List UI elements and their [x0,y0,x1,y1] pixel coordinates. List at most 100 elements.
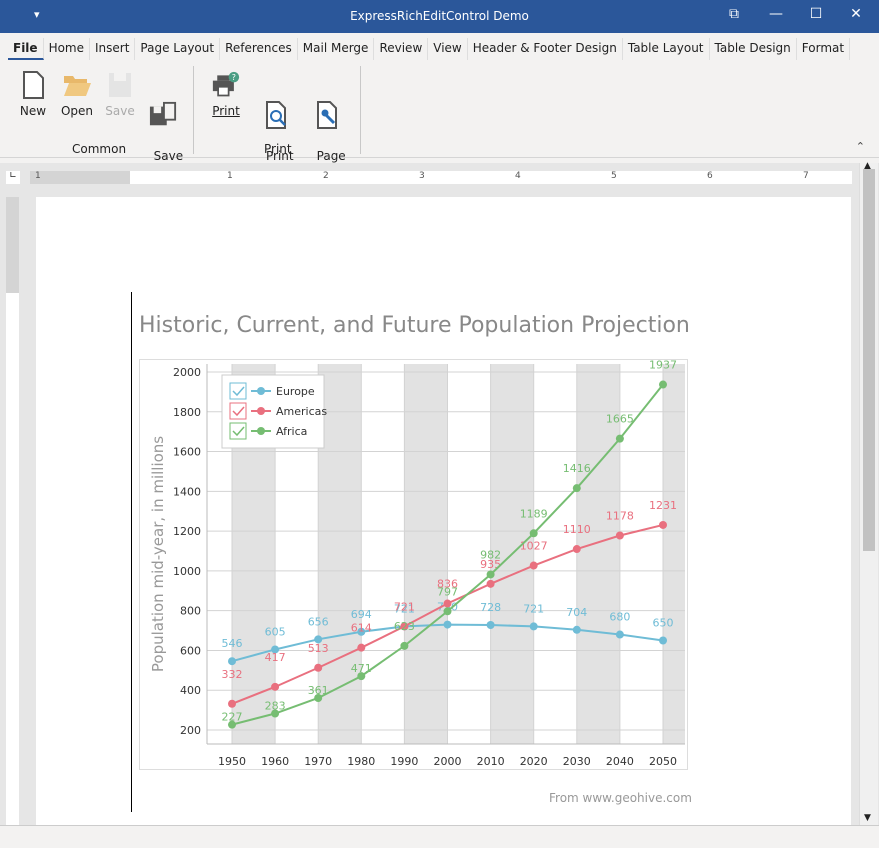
vertical-scrollbar[interactable]: ▲ ▼ [859,161,878,825]
new-button[interactable]: New [18,70,48,119]
data-label: 1231 [649,499,677,512]
data-label: 283 [265,700,286,713]
text-cursor [131,292,132,812]
data-label: 361 [308,684,329,697]
y-tick-label: 1800 [173,406,201,419]
close-button[interactable]: ✕ [846,6,866,22]
legend-checkbox [229,382,247,400]
tab-stop-selector[interactable]: ∟ [6,171,20,184]
data-point [659,380,667,389]
data-label: 1937 [649,359,677,372]
tab-page-layout[interactable]: Page Layout [135,38,221,60]
data-point [615,434,624,443]
scrollbar-thumb[interactable] [863,169,875,551]
ribbon-tabs: File Home Insert Page Layout References Mail … [8,38,851,60]
save-icon [109,73,131,97]
legend-marker [257,407,265,415]
print-button[interactable]: ? Print [208,70,244,119]
ruler-label: 7 [803,171,809,181]
tab-file[interactable]: File [8,38,44,60]
x-tick-label: 2010 [477,755,505,768]
tab-home[interactable]: Home [44,38,90,60]
tab-format[interactable]: Format [797,38,851,60]
open-button[interactable]: Open [60,70,94,119]
minimize-button[interactable]: — [766,6,786,22]
y-tick-label: 400 [180,684,201,697]
vertical-ruler[interactable] [6,197,19,825]
save-as-icon [149,101,177,126]
legend-checkbox [229,402,247,420]
data-point [443,599,452,608]
y-tick-label: 1400 [173,485,201,498]
svg-text:?: ? [232,73,236,82]
x-tick-label: 2050 [649,755,677,768]
tab-header-footer-design[interactable]: Header & Footer Design [468,38,623,60]
data-label: 1110 [563,523,591,536]
new-document-icon [23,71,44,99]
data-label: 623 [394,620,415,633]
data-point [572,545,581,554]
status-bar [0,825,879,848]
data-point [443,620,452,629]
data-label: 1416 [563,462,591,475]
data-point [572,625,581,634]
legend-label-europe: Europe [276,385,315,398]
ribbon-display-icon[interactable]: ⧉ [724,6,744,22]
x-tick-label: 1960 [261,755,289,768]
tab-references[interactable]: References [220,38,298,60]
ruler-label: 5 [611,171,617,181]
collapse-ribbon-icon[interactable]: ⌃ [856,140,865,153]
data-label: 656 [308,615,329,628]
maximize-button[interactable]: ☐ [806,6,826,22]
x-tick-label: 1970 [304,755,332,768]
y-tick-label: 600 [180,644,201,657]
ruler-label: 1 [227,171,233,181]
page-setup-icon [317,101,337,129]
ruler-label: 2 [323,171,329,181]
tab-insert[interactable]: Insert [90,38,136,60]
data-label: 650 [653,617,674,630]
y-tick-label: 1000 [173,565,201,578]
data-point [400,641,409,650]
x-tick-label: 2000 [434,755,462,768]
data-label: 1665 [606,413,634,426]
data-point [529,529,538,538]
save-button[interactable]: Save [104,70,136,119]
x-tick-label: 1950 [218,755,246,768]
x-tick-label: 2040 [606,755,634,768]
data-point [615,531,624,540]
tab-table-design[interactable]: Table Design [710,38,797,60]
tab-review[interactable]: Review [374,38,429,60]
document-page[interactable]: Historic, Current, and Future Population… [36,197,851,825]
data-point [659,520,667,529]
tab-mail-merge[interactable]: Mail Merge [298,38,375,60]
group-separator [360,66,361,154]
data-point [529,561,538,570]
title-bar: ▾ ExpressRichEditControl Demo ⧉ — ☐ ✕ [0,0,879,33]
data-point [228,699,236,708]
data-point [228,657,236,666]
group-label-common: Common [72,142,127,156]
population-chart: 200 400 600 800 1000 1200 1400 1600 1800 2000 1950… [139,359,688,770]
data-label: 982 [480,548,501,561]
legend-label-africa: Africa [276,425,307,438]
x-tick-label: 1980 [347,755,375,768]
data-point [314,663,323,672]
open-folder-icon [64,76,91,96]
data-point [615,630,624,639]
data-label: 513 [308,642,329,655]
legend-label-americas: Americas [276,405,327,418]
source-text: From www.geohive.com [549,791,692,805]
x-band [404,364,448,744]
data-point [572,484,581,493]
group-separator [193,66,194,154]
data-label: 614 [351,622,372,635]
window-title: ExpressRichEditControl Demo [350,9,529,23]
horizontal-ruler[interactable]: 1 1 2 3 4 5 6 7 [30,171,852,184]
data-label: 721 [394,600,415,613]
tab-table-layout[interactable]: Table Layout [623,38,710,60]
data-label: 332 [222,668,243,681]
tab-view[interactable]: View [428,38,468,60]
data-label: 728 [480,601,501,614]
data-label: 680 [609,611,630,624]
